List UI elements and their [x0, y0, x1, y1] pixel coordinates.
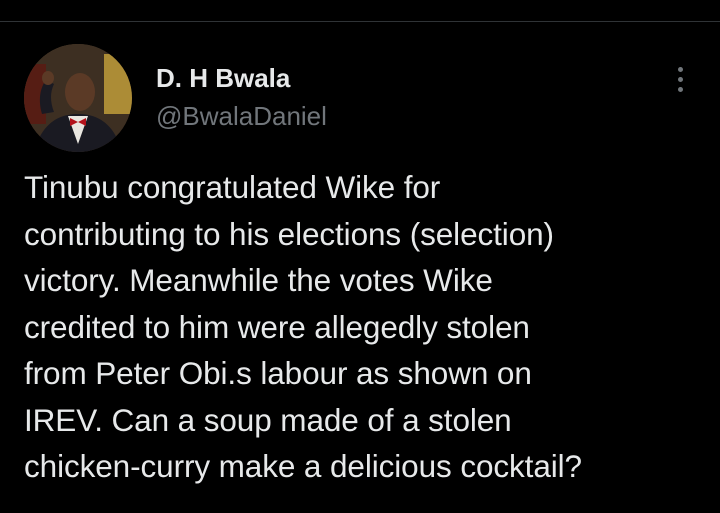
author-name[interactable]: D. H Bwala [156, 62, 290, 94]
tweet-card[interactable]: D. H Bwala @BwalaDaniel Tinubu congratul… [0, 0, 720, 513]
author-handle[interactable]: @BwalaDaniel [156, 100, 327, 132]
avatar[interactable] [24, 44, 132, 152]
tweet-text: Tinubu congratulated Wike for contributi… [24, 169, 582, 484]
more-options-button[interactable] [664, 62, 696, 96]
more-vertical-icon [677, 66, 683, 72]
more-vertical-icon-dot [677, 76, 683, 82]
more-vertical-icon-dot [677, 86, 683, 92]
avatar-image [24, 44, 132, 152]
